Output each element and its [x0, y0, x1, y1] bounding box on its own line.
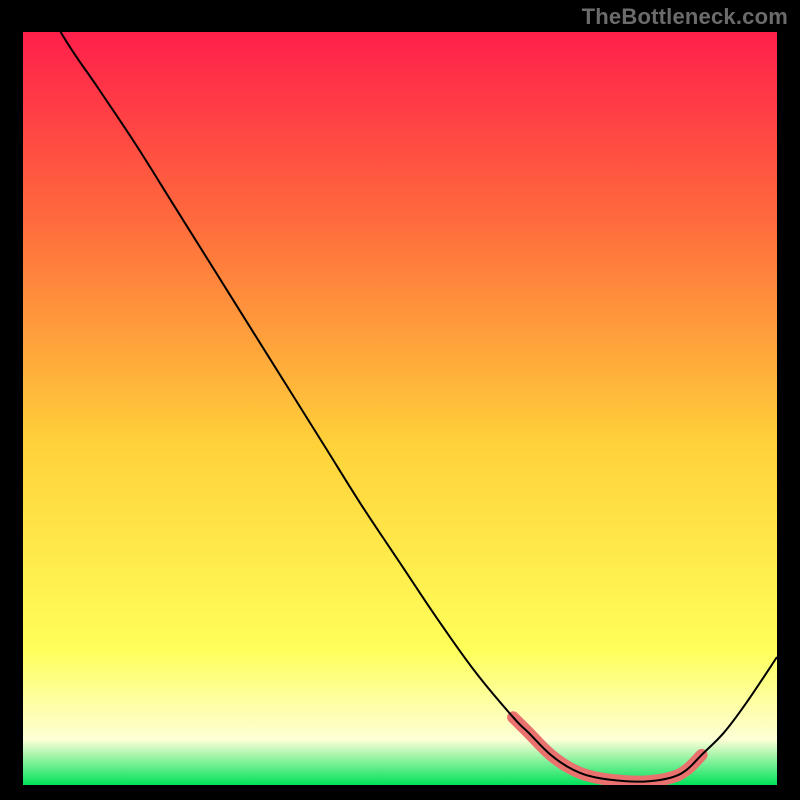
- watermark-text: TheBottleneck.com: [582, 4, 788, 30]
- bottleneck-chart: [23, 32, 777, 785]
- chart-stage: TheBottleneck.com: [0, 0, 800, 800]
